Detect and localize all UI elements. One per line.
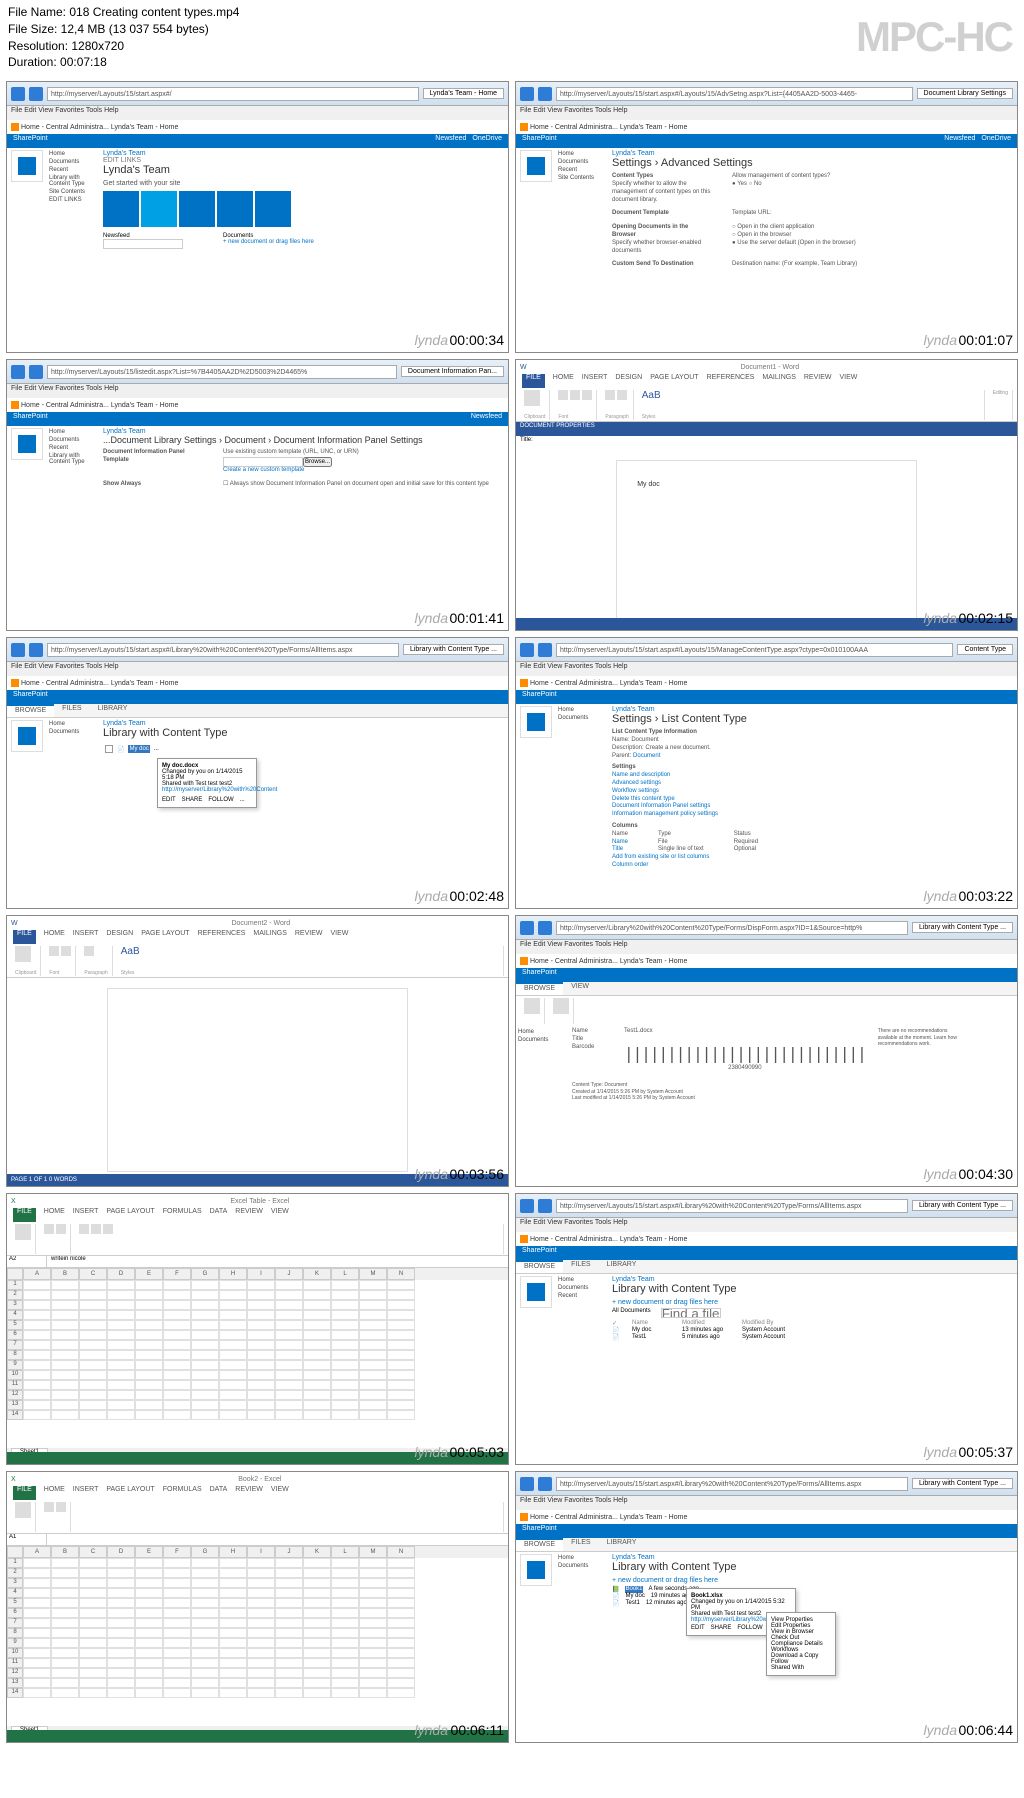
doc-properties-bar: DOCUMENT PROPERTIES <box>516 422 1017 436</box>
thumbnail[interactable]: http://myserver/Layouts/15/start.aspx#/L… <box>515 637 1018 909</box>
thumbnail[interactable]: XExcel Table - Excel FILE HOME INSERT PA… <box>6 1193 509 1465</box>
watermark: lynda <box>415 332 448 348</box>
thumbnail[interactable]: http://myserver/Layouts/15/start.aspx#/ … <box>6 81 509 353</box>
newsfeed-input[interactable] <box>103 239 183 249</box>
edit-links[interactable]: EDIT LINKS <box>49 196 95 204</box>
promoted-tiles <box>103 191 502 227</box>
browse-button[interactable]: Browse... <box>303 457 332 467</box>
thumbnail[interactable]: WDocument1 - Word FILE HOME INSERT DESIG… <box>515 359 1018 631</box>
url-bar[interactable]: http://myserver/Layouts/15/start.aspx#/ <box>47 87 419 101</box>
tile[interactable] <box>255 191 291 227</box>
breadcrumb: Home - Central Administra... Lynda's Tea… <box>7 120 508 134</box>
tile[interactable] <box>179 191 215 227</box>
tile[interactable] <box>217 191 253 227</box>
barcode: |||||||||||||||||||||||||||| <box>624 1044 866 1065</box>
thumbnail[interactable]: http://myserver/Layouts/15/start.aspx#/L… <box>515 81 1018 353</box>
sidebar-item[interactable]: Home <box>49 150 95 158</box>
thumbnail-grid: http://myserver/Layouts/15/start.aspx#/ … <box>0 75 1024 1749</box>
forward-button[interactable] <box>29 87 43 101</box>
thumbnail[interactable]: http://myserver/Layouts/15/start.aspx#/L… <box>515 1193 1018 1465</box>
file-info-header: File Name: 018 Creating content types.mp… <box>0 0 1024 75</box>
tile[interactable] <box>103 191 139 227</box>
sidebar-item[interactable]: Library with Content Type <box>49 174 95 188</box>
site-logo[interactable] <box>11 150 43 182</box>
browser-tab[interactable]: Lynda's Team - Home <box>423 88 504 99</box>
thumbnail[interactable]: WDocument2 - Word FILE HOME INSERT DESIG… <box>6 915 509 1187</box>
tile[interactable] <box>141 191 177 227</box>
timestamp: 00:00:34 <box>450 332 505 348</box>
thumbnail[interactable]: XBook2 - Excel FILE HOME INSERT PAGE LAY… <box>6 1471 509 1743</box>
menu-bar[interactable]: File Edit View Favorites Tools Help <box>7 106 508 120</box>
find-file-input[interactable] <box>661 1308 721 1318</box>
thumbnail[interactable]: http://myserver/Layouts/15/listedit.aspx… <box>6 359 509 631</box>
site-subtitle: Lynda's Team <box>103 150 502 157</box>
spreadsheet-grid[interactable]: ABCDEFGHIJKLMN 1234567891011121314 <box>7 1268 508 1448</box>
browser-toolbar: http://myserver/Layouts/15/start.aspx#/ … <box>7 82 508 106</box>
sidebar: Home Documents Recent Library with Conte… <box>47 148 97 352</box>
back-button[interactable] <box>11 87 25 101</box>
sidebar-item[interactable]: Recent <box>49 166 95 174</box>
thumbnail[interactable]: http://myserver/Library%20with%20Content… <box>515 915 1018 1187</box>
mpc-logo: MPC-HC <box>856 8 1012 67</box>
page-title: Lynda's Team <box>103 164 502 176</box>
sp-icon <box>11 123 19 131</box>
thumbnail[interactable]: http://myserver/Layouts/15/start.aspx#/L… <box>6 637 509 909</box>
file-callout: My doc.docx Changed by you on 1/14/2015 … <box>157 758 257 808</box>
thumbnail[interactable]: http://myserver/Layouts/15/start.aspx#/L… <box>515 1471 1018 1743</box>
context-menu: View Properties Edit Properties View in … <box>766 1612 836 1676</box>
sharepoint-bar: SharePointNewsfeedOneDrive <box>7 134 508 148</box>
sidebar-item[interactable]: Site Contents <box>49 188 95 196</box>
sidebar-item[interactable]: Documents <box>49 158 95 166</box>
